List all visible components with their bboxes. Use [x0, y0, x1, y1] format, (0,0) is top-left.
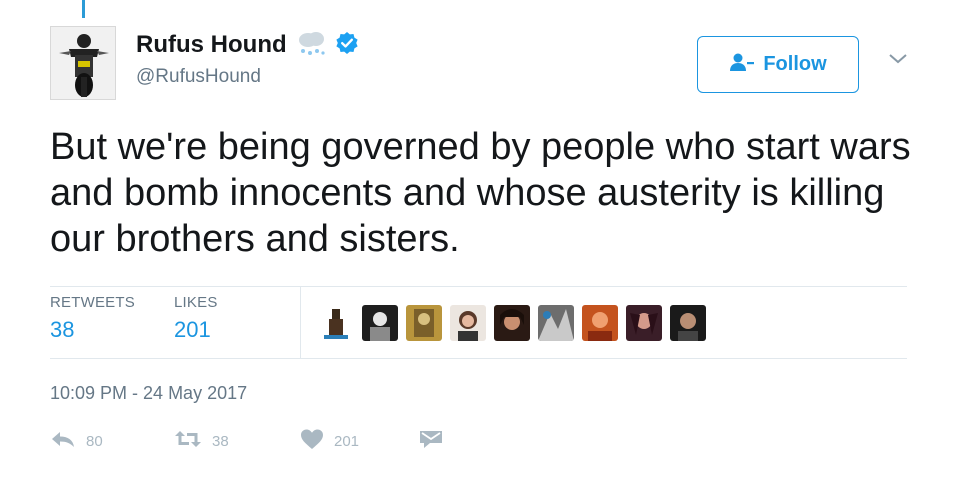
liker-avatars — [318, 305, 706, 341]
tweet-actions: 80 38 201 — [50, 428, 444, 454]
direct-message-icon — [418, 428, 444, 454]
tweet-timestamp[interactable]: 10:09 PM - 24 May 2017 — [50, 383, 247, 404]
like-count: 201 — [334, 432, 360, 450]
author-display-name[interactable]: Rufus Hound — [136, 31, 287, 59]
liker-avatar[interactable] — [538, 305, 574, 341]
liker-avatar[interactable] — [494, 305, 530, 341]
retweets-label: RETWEETS — [50, 294, 135, 311]
liker-avatar[interactable] — [318, 305, 354, 341]
stats-bottom-divider — [50, 358, 907, 359]
liker-avatar[interactable] — [362, 305, 398, 341]
author-name-row: Rufus Hound — [136, 30, 359, 60]
engagement-stats: RETWEETS 38 LIKES 201 — [50, 294, 242, 343]
chevron-down-icon[interactable] — [887, 52, 909, 71]
like-button[interactable]: 201 — [300, 428, 418, 454]
stats-separator — [300, 287, 301, 358]
retweets-stat[interactable]: RETWEETS 38 — [50, 294, 150, 343]
follow-button-label: Follow — [763, 53, 827, 75]
likes-label: LIKES — [174, 294, 218, 311]
author-info: Rufus Hound @RufusHound — [136, 30, 359, 88]
retweet-count: 38 — [212, 432, 229, 450]
liker-avatar[interactable] — [626, 305, 662, 341]
tweet-text: But we're being governed by people who s… — [50, 126, 911, 260]
follow-button[interactable]: Follow — [697, 36, 859, 93]
likes-stat[interactable]: LIKES 201 — [174, 294, 218, 343]
reply-count: 80 — [86, 432, 103, 450]
retweet-icon — [174, 429, 202, 453]
retweet-button[interactable]: 38 — [174, 429, 300, 453]
follow-person-icon — [729, 52, 755, 78]
avatar-image — [51, 27, 115, 99]
direct-message-button[interactable] — [418, 428, 444, 454]
liker-avatar[interactable] — [582, 305, 618, 341]
thread-line — [82, 0, 85, 18]
liker-avatar[interactable] — [450, 305, 486, 341]
verified-badge-icon — [335, 31, 359, 60]
liker-avatar[interactable] — [670, 305, 706, 341]
weather-snow-icon — [295, 30, 327, 61]
likes-count: 201 — [174, 317, 211, 342]
author-avatar[interactable] — [50, 26, 116, 100]
reply-button[interactable]: 80 — [50, 429, 174, 453]
author-handle[interactable]: @RufusHound — [136, 66, 359, 88]
liker-avatar[interactable] — [406, 305, 442, 341]
stats-top-divider — [50, 286, 907, 287]
reply-icon — [50, 429, 76, 453]
retweets-count: 38 — [50, 317, 75, 342]
heart-icon — [300, 428, 324, 454]
